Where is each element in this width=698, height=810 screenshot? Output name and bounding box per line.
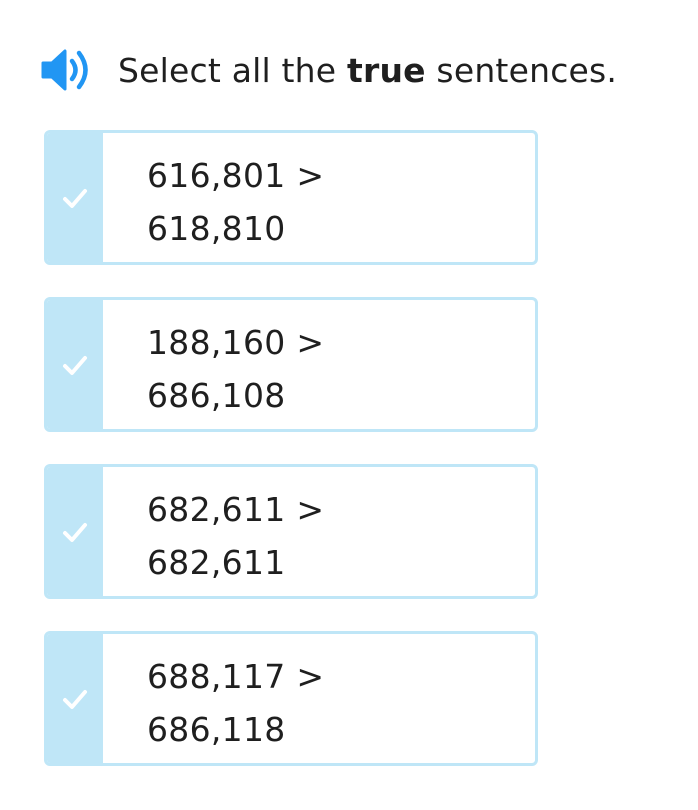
choice-line-1: 682,611 > xyxy=(147,490,325,529)
choice-line-2: 682,611 xyxy=(147,543,286,582)
prompt-text-end: sentences. xyxy=(425,50,618,90)
choice-option-1[interactable]: 616,801 > 618,810 xyxy=(44,130,538,265)
choice-option-2[interactable]: 188,160 > 686,108 xyxy=(44,297,538,432)
choice-line-1: 688,117 > xyxy=(147,657,325,696)
choice-text: 616,801 > 618,810 xyxy=(103,133,324,262)
check-strip xyxy=(47,467,103,596)
choice-text: 682,611 > 682,611 xyxy=(103,467,324,596)
question-prompt: Select all the true sentences. xyxy=(40,44,617,96)
checkmark-icon xyxy=(63,355,87,375)
speaker-icon[interactable] xyxy=(40,44,100,96)
choice-option-4[interactable]: 688,117 > 686,118 xyxy=(44,631,538,766)
choice-line-2: 618,810 xyxy=(147,209,286,248)
prompt-bold-word: true xyxy=(347,50,426,90)
prompt-text-start: Select all the xyxy=(118,50,347,90)
answer-choices: 616,801 > 618,810 188,160 > 686,108 682,… xyxy=(44,130,538,766)
choice-option-3[interactable]: 682,611 > 682,611 xyxy=(44,464,538,599)
checkmark-icon xyxy=(63,689,87,709)
choice-text: 188,160 > 686,108 xyxy=(103,300,324,429)
checkmark-icon xyxy=(63,522,87,542)
prompt-text: Select all the true sentences. xyxy=(118,51,617,90)
choice-line-2: 686,108 xyxy=(147,376,286,415)
choice-line-2: 686,118 xyxy=(147,710,286,749)
choice-line-1: 188,160 > xyxy=(147,323,325,362)
choice-line-1: 616,801 > xyxy=(147,156,325,195)
choice-text: 688,117 > 686,118 xyxy=(103,634,324,763)
check-strip xyxy=(47,300,103,429)
check-strip xyxy=(47,634,103,763)
checkmark-icon xyxy=(63,188,87,208)
check-strip xyxy=(47,133,103,262)
